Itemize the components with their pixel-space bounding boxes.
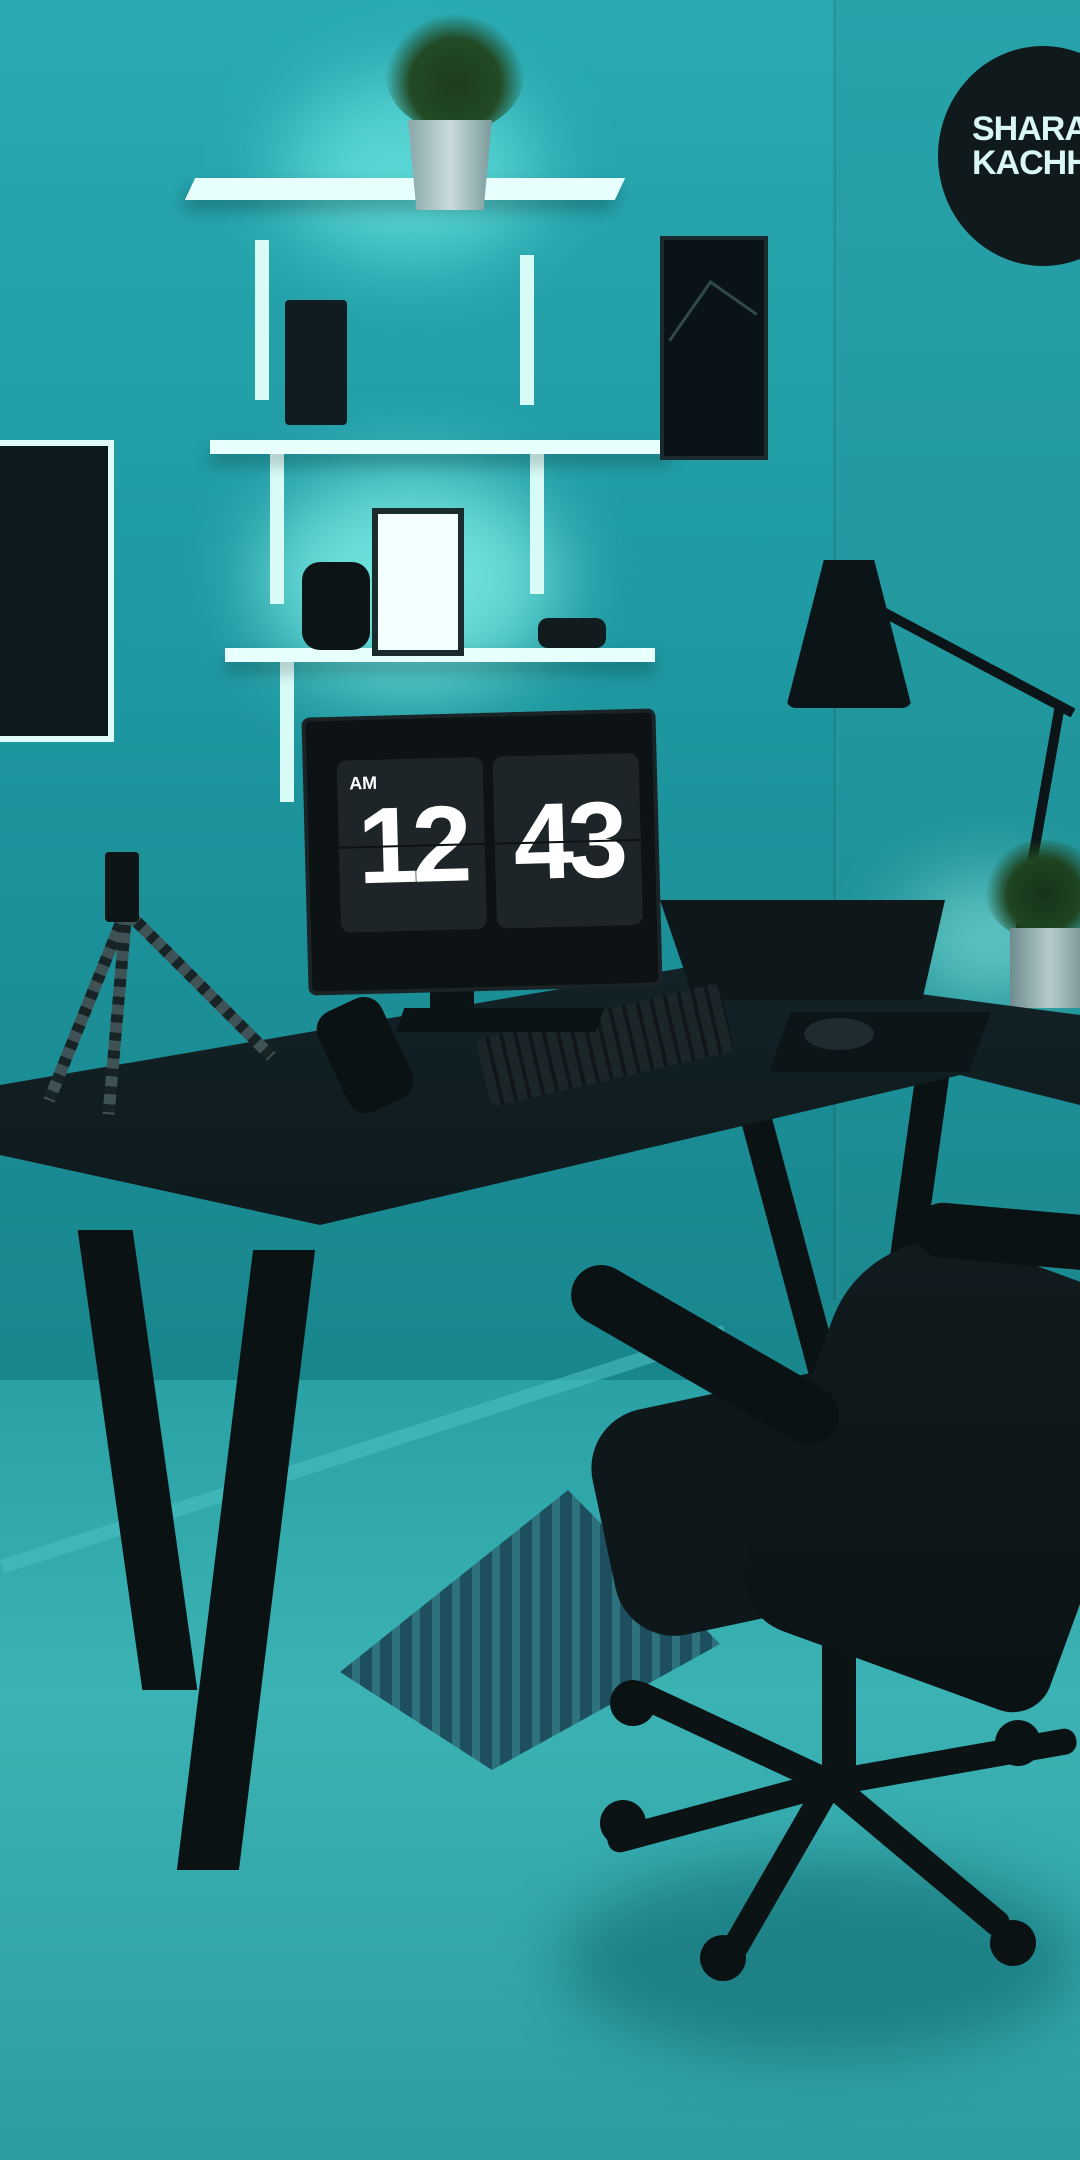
laptop-on-stand [660, 900, 945, 1000]
flip-clock-minutes: 43 [492, 752, 643, 929]
pencil-cup [285, 300, 347, 425]
flip-clock-hours: AM 12 [336, 756, 488, 933]
desk-plant-pot [1010, 928, 1080, 1008]
monitor: AM 12 43 [301, 708, 663, 996]
mouse-pad [769, 1012, 991, 1072]
flip-clock-ampm: AM [348, 772, 378, 794]
potted-plant-pot [408, 120, 492, 210]
shelf-bracket [255, 240, 269, 400]
photo-scene: SHARAD KACHHI AM 12 43 [0, 0, 1080, 2160]
chair-post [822, 1640, 856, 1780]
shelf-bracket [270, 454, 284, 604]
computer-mouse [804, 1018, 874, 1050]
wall-logo-line1: SHARAD [972, 110, 1080, 148]
chair-wheel [995, 1720, 1041, 1766]
wall-shelf-top [184, 178, 626, 200]
wall-logo-line2: KACHHI [972, 144, 1080, 182]
wall-shelf-middle [210, 440, 670, 454]
tripod-phone-mount [105, 852, 139, 922]
photo-frame [372, 508, 464, 656]
small-speaker [538, 618, 606, 648]
wall-poster [660, 236, 768, 460]
shelf-bracket [520, 255, 534, 405]
chair-wheel [700, 1935, 746, 1981]
potted-plant-leaves [385, 12, 525, 132]
left-wall-frame [0, 440, 114, 742]
chair-wheel [990, 1920, 1036, 1966]
wall-logo-text: SHARAD KACHHI [972, 112, 1080, 180]
poster-artwork [668, 279, 758, 374]
chair-wheel [610, 1680, 656, 1726]
smart-speaker [302, 562, 370, 650]
shelf-bracket [280, 662, 294, 802]
monitor-base [395, 1008, 605, 1032]
shelf-bracket [530, 454, 544, 594]
chair-wheel [600, 1800, 646, 1846]
